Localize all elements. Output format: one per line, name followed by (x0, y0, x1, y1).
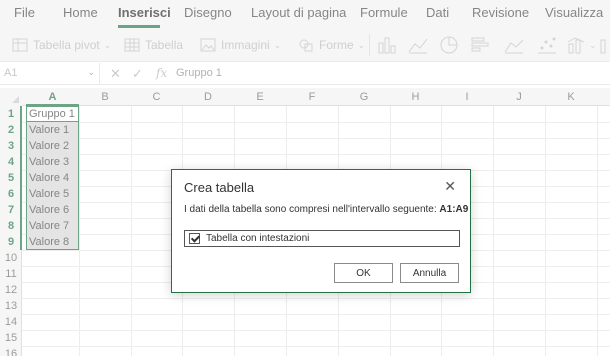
dialog-message-text: I dati della tabella sono compresi nell'… (184, 204, 437, 215)
dialog-message: I dati della tabella sono compresi nell'… (184, 204, 468, 215)
close-icon[interactable]: ✕ (444, 178, 456, 195)
create-table-dialog: Crea tabella ✕ I dati della tabella sono… (171, 169, 471, 293)
cancel-button[interactable]: Annulla (400, 263, 459, 283)
ok-button[interactable]: OK (334, 263, 393, 283)
dialog-range: A1:A9 (439, 204, 469, 215)
headers-checkbox[interactable] (189, 233, 200, 244)
dialog-title: Crea tabella (184, 180, 255, 195)
headers-checkbox-label: Tabella con intestazioni (206, 233, 310, 244)
headers-checkbox-row[interactable]: Tabella con intestazioni (184, 230, 460, 247)
